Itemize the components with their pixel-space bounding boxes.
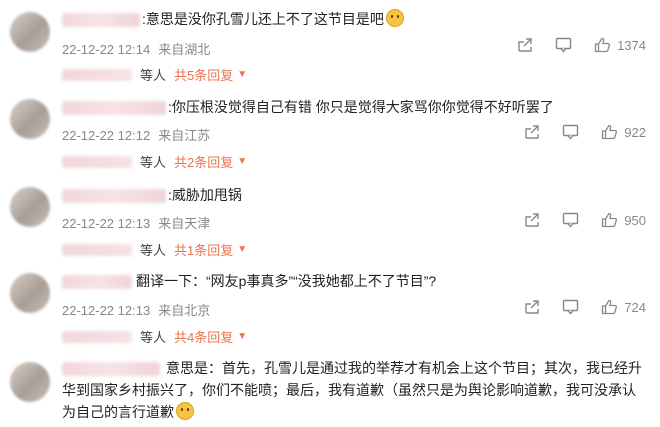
share-button[interactable] (517, 37, 533, 53)
replier-names-blurred (62, 68, 132, 81)
comment-icon (563, 299, 579, 315)
reply-count: 共5条回复 (174, 68, 234, 83)
comment-actions: 922 (524, 124, 646, 140)
share-button[interactable] (524, 299, 540, 315)
reply-count: 共1条回复 (174, 243, 234, 258)
avatar[interactable] (10, 187, 50, 227)
avatar[interactable] (10, 99, 50, 139)
username-blurred[interactable] (62, 189, 166, 203)
like-icon (602, 212, 618, 228)
username-blurred[interactable] (62, 13, 140, 27)
emoji-icon (385, 9, 404, 27)
share-icon (525, 125, 539, 139)
comment-icon (563, 124, 579, 140)
reply-people: 等人 (140, 68, 167, 83)
avatar[interactable] (10, 362, 50, 402)
share-icon (518, 38, 532, 52)
like-count: 1374 (617, 37, 646, 53)
chevron-down-icon: ▼ (237, 331, 248, 342)
username-blurred[interactable] (62, 101, 166, 115)
share-icon (525, 213, 539, 227)
reply-people: 等人 (140, 330, 167, 345)
comment-date: 22-12-22 12:12 (62, 128, 151, 143)
comment-date: 22-12-22 12:13 (62, 216, 151, 231)
like-button[interactable]: 1374 (594, 37, 646, 53)
reply-count: 共4条回复 (174, 330, 234, 345)
comment-text: 意思是：首先，孔雪儿是通过我的举荐才有机会上这个节目；其次，我已经升华到国家乡村… (62, 360, 642, 420)
username-blurred[interactable] (62, 275, 132, 289)
chevron-down-icon: ▼ (237, 69, 248, 80)
reply-people: 等人 (140, 243, 167, 258)
reply-summary[interactable]: 等人 共2条回复 ▼ (62, 152, 247, 171)
comment-text: :你压根没觉得自己有错 你只是觉得大家骂你你觉得不好听罢了 (168, 99, 554, 115)
like-icon (594, 37, 611, 53)
comment-date: 22-12-22 12:13 (62, 303, 151, 318)
replier-names-blurred (62, 155, 132, 168)
like-count: 950 (624, 212, 646, 228)
comment-location: 来自江苏 (158, 128, 211, 143)
comment-icon (563, 212, 579, 228)
like-button[interactable]: 950 (601, 212, 646, 228)
comment-button[interactable] (555, 37, 572, 53)
avatar[interactable] (10, 12, 50, 52)
comment-actions: 950 (524, 212, 646, 228)
avatar[interactable] (10, 273, 50, 313)
like-count: 922 (624, 124, 646, 140)
comment-meta: 22-12-22 12:12 来自江苏 (62, 125, 210, 144)
comment-actions: 724 (524, 299, 646, 315)
reply-summary[interactable]: 等人 共4条回复 ▼ (62, 327, 247, 346)
reply-people: 等人 (140, 155, 167, 170)
comment-button[interactable] (562, 124, 579, 140)
like-count: 724 (624, 299, 646, 315)
comment-location: 来自天津 (158, 216, 211, 231)
chevron-down-icon: ▼ (237, 156, 248, 167)
comment-meta: 22-12-22 12:13 来自北京 (62, 300, 210, 319)
like-button[interactable]: 922 (601, 124, 646, 140)
replier-names-blurred (62, 243, 132, 256)
reply-summary[interactable]: 等人 共1条回复 ▼ (62, 240, 247, 259)
comment-actions: 1374 (517, 37, 646, 53)
share-icon (525, 300, 539, 314)
comment-button[interactable] (562, 212, 579, 228)
comment-icon (555, 37, 572, 53)
share-button[interactable] (524, 212, 540, 228)
chevron-down-icon: ▼ (237, 244, 248, 255)
comment-meta: 22-12-22 12:14 来自湖北 (62, 39, 210, 58)
reply-count: 共2条回复 (174, 155, 234, 170)
reply-summary[interactable]: 等人 共5条回复 ▼ (62, 65, 247, 84)
like-icon (602, 124, 618, 140)
share-button[interactable] (524, 124, 540, 140)
like-icon (602, 299, 618, 315)
comment-location: 来自北京 (158, 303, 211, 318)
comment-date: 22-12-22 12:14 (62, 42, 151, 57)
emoji-icon (176, 402, 194, 420)
replier-names-blurred (62, 330, 132, 343)
comment-meta: 22-12-22 12:13 来自天津 (62, 213, 210, 232)
comment-text: :意思是没你孔雪儿还上不了这节目是吧 (142, 8, 404, 30)
like-button[interactable]: 724 (601, 299, 646, 315)
comment-button[interactable] (562, 299, 579, 315)
comment-text: :威胁加甩锅 (168, 187, 242, 203)
comment-location: 来自湖北 (158, 42, 211, 57)
comment-text: 翻译一下：“网友p事真多”“没我她都上不了节目”? (136, 273, 437, 289)
